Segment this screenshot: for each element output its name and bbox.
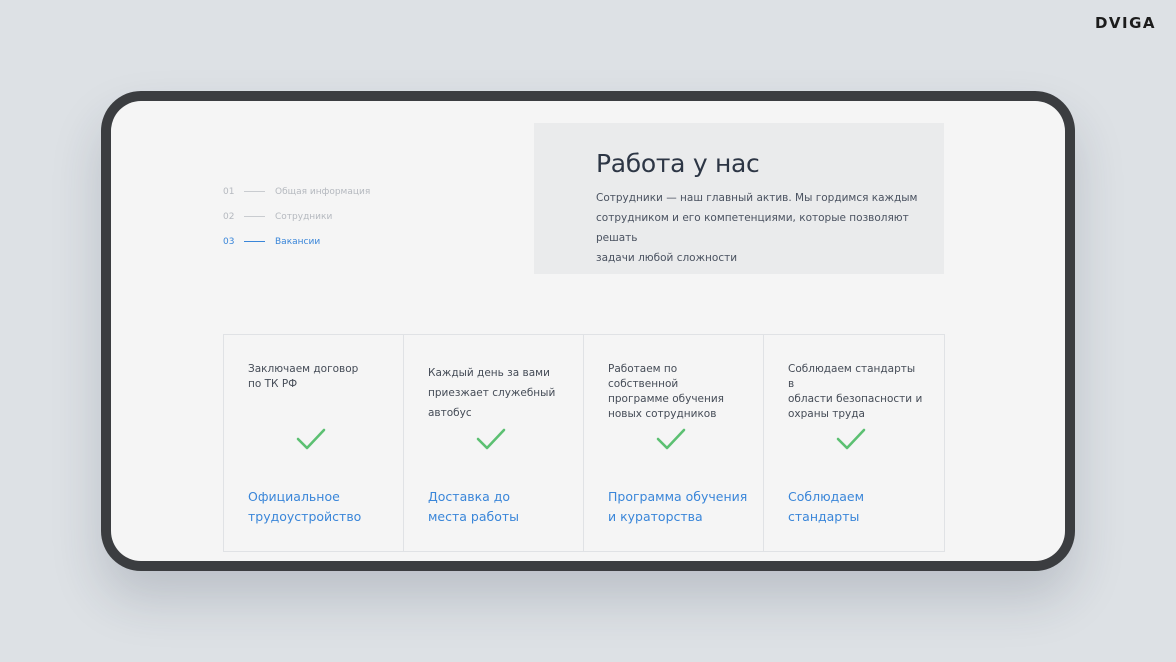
check-icon [836,428,866,450]
benefit-title: Соблюдаем стандарты [788,487,934,527]
benefit-description: Соблюдаем стандарты в области безопаснос… [788,362,924,420]
hero-line: задачи любой сложности [596,252,738,264]
benefit-card-training: Работаем по собственной программе обучен… [584,335,764,551]
nav-item-label: Общая информация [275,186,371,197]
desc-line: программе обучения [608,393,724,405]
hero-block: Работа у нас Сотрудники — наш главный ак… [534,123,944,274]
desc-line: по ТК РФ [248,378,298,390]
nav-item-line [244,216,265,217]
check-icon [656,428,686,450]
benefit-title: Программа обучения и кураторства [608,487,753,527]
benefit-card-employment: Заключаем договор по ТК РФ Официальное т… [224,335,404,551]
nav-item-vacancies[interactable]: 03 Вакансии [223,229,370,254]
desc-line: автобус [428,407,472,419]
desc-line: новых сотрудников [608,408,717,420]
screen: 01 Общая информация 02 Сотрудники 03 Вак… [111,101,1065,561]
desc-line: приезжает служебный [428,387,556,399]
nav-item-number: 02 [223,211,235,222]
nav-item-label: Вакансии [275,236,321,247]
title-line: Программа обучения [608,489,748,504]
benefit-description: Работаем по собственной программе обучен… [608,362,743,420]
nav-item-number: 03 [223,236,235,247]
benefit-card-safety: Соблюдаем стандарты в области безопаснос… [764,335,944,551]
title-line: стандарты [788,509,860,524]
hero-line: Сотрудники — наш главный актив. Мы горди… [596,192,918,204]
benefit-title: Официальное трудоустройство [248,487,393,527]
brand-logo: DVIGA [1094,14,1156,32]
benefits-grid: Заключаем договор по ТК РФ Официальное т… [223,334,945,552]
desc-line: Каждый день за вами [428,367,550,379]
hero-description: Сотрудники — наш главный актив. Мы горди… [596,188,924,268]
device-frame: 01 Общая информация 02 Сотрудники 03 Вак… [101,91,1075,571]
nav-item-employees[interactable]: 02 Сотрудники [223,204,370,229]
title-line: и кураторства [608,509,703,524]
desc-line: Работаем по собственной [608,363,679,390]
title-line: Доставка до [428,489,511,504]
title-line: места работы [428,509,520,524]
desc-line: области безопасности и [788,393,923,405]
nav-item-general-info[interactable]: 01 Общая информация [223,179,370,204]
desc-line: охраны труда [788,408,865,420]
benefit-description: Каждый день за вами приезжает служебный … [428,362,563,419]
check-icon [296,428,326,450]
benefit-card-transport: Каждый день за вами приезжает служебный … [404,335,584,551]
title-line: трудоустройство [248,509,362,524]
title-line: Официальное [248,489,340,504]
benefit-title: Доставка до места работы [428,487,573,527]
nav-item-line [244,191,265,192]
nav-item-label: Сотрудники [275,211,333,222]
hero-line: сотрудником и его компетенциями, которые… [596,212,909,244]
title-line: Соблюдаем [788,489,865,504]
section-nav: 01 Общая информация 02 Сотрудники 03 Вак… [223,179,370,254]
desc-line: Заключаем договор [248,363,359,375]
desc-line: Соблюдаем стандарты в [788,363,916,390]
benefit-description: Заключаем договор по ТК РФ [248,362,383,418]
page-title: Работа у нас [596,149,760,178]
nav-item-number: 01 [223,186,235,197]
check-icon [476,428,506,450]
nav-item-line [244,241,265,242]
